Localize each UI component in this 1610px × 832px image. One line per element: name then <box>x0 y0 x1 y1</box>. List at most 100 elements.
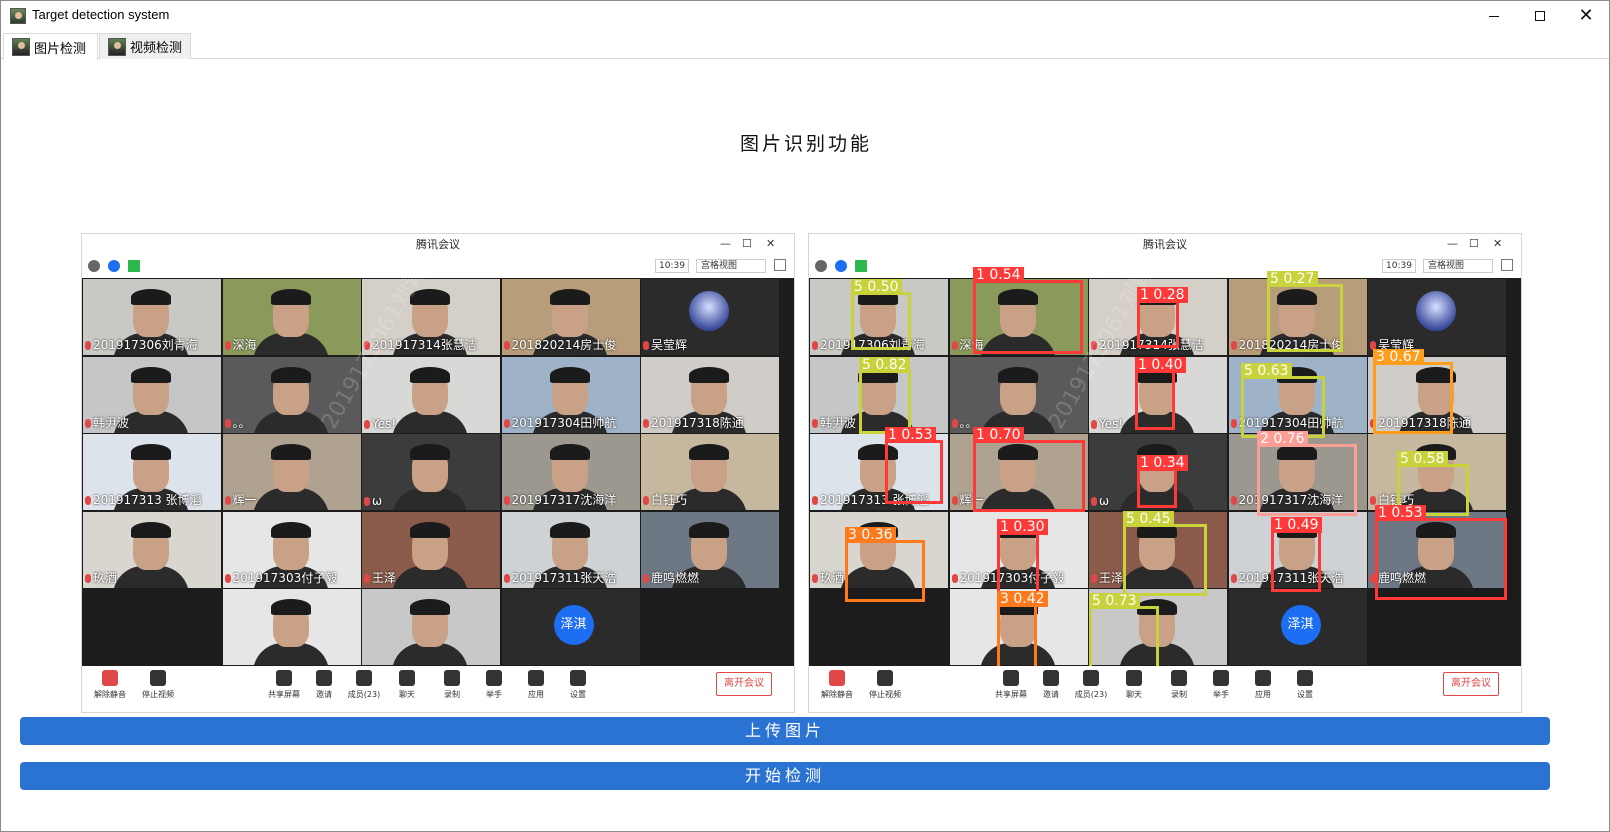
mic-muted-icon <box>364 497 370 506</box>
meeting-action-button[interactable]: 成员(23) <box>1071 670 1111 700</box>
video-tile <box>1368 589 1506 665</box>
video-tile: 201917313 张博滔 <box>83 434 221 510</box>
detection-label: 5 0.58 <box>1397 451 1448 467</box>
mic-muted-icon <box>224 418 231 428</box>
detection-box: 3 0.42 <box>997 591 1048 670</box>
mic-muted-icon <box>951 496 958 505</box>
mic-icon <box>829 670 845 686</box>
meeting-action-button[interactable]: 停止视频 <box>865 670 905 700</box>
meeting-action-label: 解除静音 <box>94 690 126 699</box>
participant-name: 201917313 张博滔 <box>85 491 202 508</box>
participant-name: Yes! <box>364 417 396 431</box>
info-icon[interactable] <box>815 260 827 272</box>
tab-video-detection[interactable]: 视频检测 <box>99 33 191 59</box>
meeting-action-button[interactable]: 邀请 <box>304 670 344 700</box>
view-mode-dropdown[interactable]: 宫格视图 <box>1423 259 1493 273</box>
participant-hair <box>410 366 450 383</box>
meeting-action-button[interactable]: 录制 <box>1159 670 1199 700</box>
share-screen-icon <box>1003 670 1019 686</box>
meeting-action-button[interactable]: 聊天 <box>387 670 427 700</box>
meeting-action-label: 邀请 <box>316 690 332 699</box>
meeting-action-label: 应用 <box>1255 690 1271 699</box>
tab-image-detection[interactable]: 图片检测 <box>3 33 98 60</box>
participant-name: 韩尹波 <box>812 414 856 431</box>
detection-label: 1 0.53 <box>885 427 936 443</box>
mic-muted-icon <box>951 418 958 428</box>
meeting-action-label: 录制 <box>1171 690 1187 699</box>
meeting-action-button[interactable]: 停止视频 <box>138 670 178 700</box>
raise-hand-icon <box>486 670 502 686</box>
meeting-action-button[interactable]: 解除静音 <box>90 670 130 700</box>
participant-name-text: 玖酒 <box>820 570 845 585</box>
minimize-button[interactable] <box>1471 1 1517 31</box>
view-mode-dropdown[interactable]: 宫格视图 <box>696 259 766 273</box>
meeting-action-button[interactable]: 举手 <box>1201 670 1241 700</box>
mic-muted-icon <box>85 496 91 505</box>
meeting-close-icon[interactable]: ✕ <box>1493 237 1502 250</box>
meeting-minimize-icon[interactable]: — <box>720 237 731 250</box>
meeting-minimize-icon[interactable]: — <box>1447 237 1458 250</box>
meeting-action-label: 解除静音 <box>821 690 853 699</box>
shield-icon[interactable] <box>108 260 120 272</box>
fullscreen-icon[interactable] <box>1501 259 1513 271</box>
close-button[interactable]: ✕ <box>1563 1 1609 31</box>
fullscreen-icon[interactable] <box>774 259 786 271</box>
mic-muted-icon <box>85 573 91 583</box>
meeting-action-button[interactable]: 设置 <box>558 670 598 700</box>
maximize-button[interactable] <box>1517 1 1563 31</box>
video-tile: 201917311张天浩 <box>501 511 640 588</box>
meeting-action-button[interactable]: 录制 <box>432 670 472 700</box>
meeting-action-button[interactable]: 解除静音 <box>817 670 857 700</box>
meeting-action-label: 举手 <box>486 690 502 699</box>
leave-meeting-button[interactable]: 离开会议 <box>716 672 772 696</box>
participant-name-text: 201917303付子毅 <box>232 570 338 585</box>
members-icon <box>356 670 372 686</box>
participant-hair <box>131 366 171 383</box>
participant-name: 王泽 <box>364 569 396 586</box>
video-tile: ω <box>362 434 500 510</box>
info-icon[interactable] <box>88 260 100 272</box>
invite-icon <box>1043 670 1059 686</box>
start-detection-button[interactable]: 开始检测 <box>20 762 1550 790</box>
meeting-action-button[interactable]: 聊天 <box>1114 670 1154 700</box>
participant-name: 201917318陈通 <box>643 414 744 431</box>
participant-name-text: 201820214房士俊 <box>511 338 617 352</box>
meeting-action-button[interactable]: 设置 <box>1285 670 1325 700</box>
video-tile <box>641 589 779 665</box>
participant-hair <box>270 289 311 305</box>
meeting-action-button[interactable]: 应用 <box>1243 670 1283 700</box>
window-title: Target detection system <box>32 7 170 22</box>
participant-name: ω <box>1091 494 1109 508</box>
participant-name: 白钰巧 <box>643 491 687 508</box>
signal-icon <box>128 260 140 272</box>
mic-muted-icon <box>1091 497 1097 506</box>
tab-label: 图片检测 <box>34 41 87 57</box>
participant-name: 玖酒 <box>812 569 844 586</box>
mic-muted-icon <box>812 418 818 428</box>
shield-icon[interactable] <box>835 260 847 272</box>
detection-box: 5 0.73 <box>1089 593 1159 670</box>
meeting-action-button[interactable]: 邀请 <box>1031 670 1071 700</box>
detection-label: 1 0.53 <box>1375 505 1426 521</box>
meeting-maximize-icon[interactable]: ☐ <box>1469 237 1479 250</box>
meeting-action-button[interactable]: 共享屏幕 <box>264 670 304 700</box>
meeting-action-button[interactable]: 成员(23) <box>344 670 384 700</box>
leave-meeting-button[interactable]: 离开会议 <box>1443 672 1499 696</box>
detection-box: 5 0.27 <box>1267 271 1343 352</box>
mic-muted-icon <box>85 418 91 428</box>
detection-box: 1 0.54 <box>973 267 1083 354</box>
meeting-action-button[interactable]: 共享屏幕 <box>991 670 1031 700</box>
detection-label: 5 0.45 <box>1123 511 1174 527</box>
mic-muted-icon <box>1230 341 1237 350</box>
upload-image-button[interactable]: 上传图片 <box>20 717 1550 745</box>
meeting-action-button[interactable]: 举手 <box>474 670 514 700</box>
video-tile: 泽淇 <box>1228 589 1367 665</box>
detection-box: 3 0.36 <box>845 527 925 602</box>
meeting-close-icon[interactable]: ✕ <box>766 237 775 250</box>
meeting-action-button[interactable]: 应用 <box>516 670 556 700</box>
meeting-maximize-icon[interactable]: ☐ <box>742 237 752 250</box>
video-grid: 201917306刘青海 深海 201917314张慧洁 201820214房士俊 吴莹… <box>809 188 1521 670</box>
mic-muted-icon <box>224 496 231 505</box>
members-icon <box>1083 670 1099 686</box>
participant-hair <box>131 444 171 460</box>
